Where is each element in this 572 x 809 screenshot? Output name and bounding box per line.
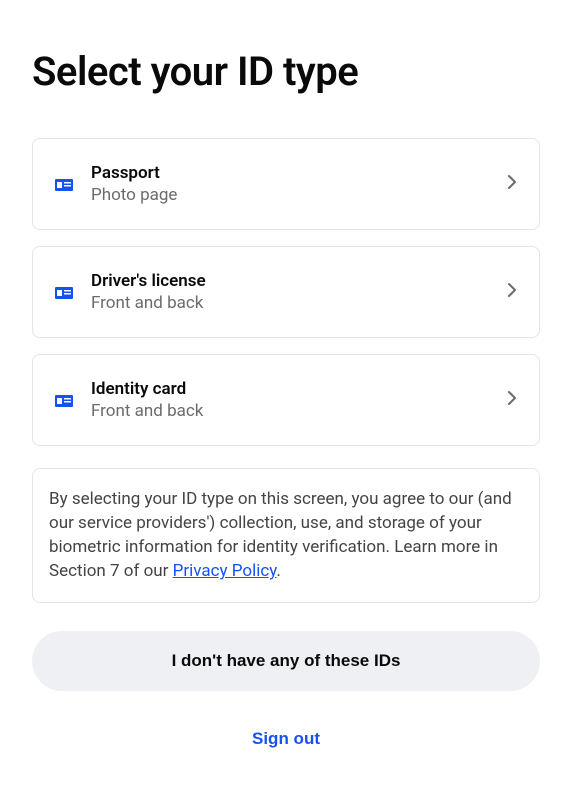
id-option-text: Identity card Front and back xyxy=(91,379,507,421)
id-option-subtitle: Front and back xyxy=(91,293,507,313)
chevron-right-icon xyxy=(507,174,517,194)
id-option-subtitle: Photo page xyxy=(91,185,507,205)
privacy-policy-link[interactable]: Privacy Policy xyxy=(173,561,277,581)
id-option-title: Identity card xyxy=(91,379,507,399)
sign-out-button[interactable]: Sign out xyxy=(32,719,540,759)
id-option-drivers-license[interactable]: Driver's license Front and back xyxy=(32,246,540,338)
id-option-title: Driver's license xyxy=(91,271,507,291)
disclosure-box: By selecting your ID type on this screen… xyxy=(32,468,540,603)
id-option-text: Passport Photo page xyxy=(91,163,507,205)
id-option-title: Passport xyxy=(91,163,507,183)
id-card-icon xyxy=(55,177,73,191)
disclosure-text: By selecting your ID type on this screen… xyxy=(49,487,523,584)
chevron-right-icon xyxy=(507,282,517,302)
disclosure-text-after: . xyxy=(276,561,280,581)
page-title: Select your ID type xyxy=(32,50,540,94)
id-option-identity-card[interactable]: Identity card Front and back xyxy=(32,354,540,446)
id-card-icon xyxy=(55,393,73,407)
no-id-button[interactable]: I don't have any of these IDs xyxy=(32,631,540,691)
id-card-icon xyxy=(55,285,73,299)
id-option-passport[interactable]: Passport Photo page xyxy=(32,138,540,230)
chevron-right-icon xyxy=(507,390,517,410)
id-option-text: Driver's license Front and back xyxy=(91,271,507,313)
id-option-subtitle: Front and back xyxy=(91,401,507,421)
